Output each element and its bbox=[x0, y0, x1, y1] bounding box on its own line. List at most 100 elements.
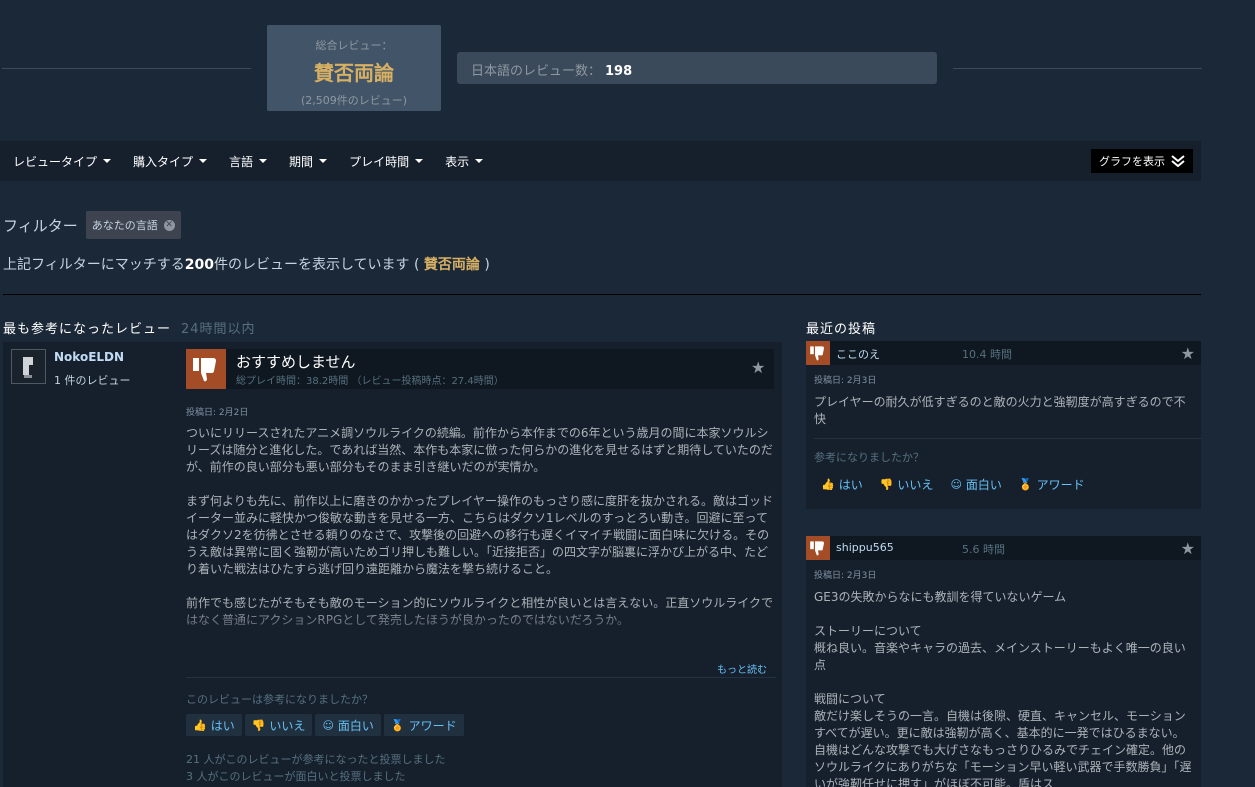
left-section-header: 最も参考になったレビュー 24時間以内 bbox=[3, 318, 256, 337]
recent-vote-buttons: 👍 はい 👎 いいえ ☺ 面白い 🏅 アワード bbox=[814, 473, 1201, 495]
recent-post-hours: 10.4 時間 bbox=[962, 348, 1012, 361]
helpful-count: 21 人がこのレビューが参考になったと投票しました bbox=[186, 753, 446, 766]
filter-dropdown-label: 購入タイプ bbox=[133, 154, 194, 169]
filter-bar: レビュータイプ 購入タイプ 言語 期間 プレイ時間 表示 グラフを表示 bbox=[0, 141, 1201, 181]
overall-rating[interactable]: 賛否両論 bbox=[267, 57, 441, 86]
chevron-down-icon bbox=[319, 159, 328, 163]
vote-no-label: いいえ bbox=[897, 477, 934, 492]
filter-label: フィルター bbox=[3, 216, 78, 235]
recent-post-blank bbox=[814, 674, 1193, 691]
filter-dropdown-purchase-type[interactable]: 購入タイプ bbox=[133, 153, 208, 170]
vote-funny-button[interactable]: ☺ 面白い bbox=[943, 473, 1008, 495]
award-button[interactable]: 🏅 アワード bbox=[1012, 473, 1092, 495]
recent-post-body: プレイヤーの耐久が低すぎるのと敵の火力と強靭度が高すぎるので不快 bbox=[814, 395, 1186, 426]
review-paragraph: ついにリリースされたアニメ調ソウルライクの続編。前作から本作までの6年という歳月… bbox=[186, 426, 773, 474]
vote-no-button[interactable]: 👎 いいえ bbox=[873, 473, 941, 495]
review-paragraph: まず何よりも先に、前作以上に磨きのかかったプレイヤー操作のもっさり感に度肝を抜か… bbox=[186, 494, 774, 576]
vote-funny-button[interactable]: ☺ 面白い bbox=[315, 714, 381, 736]
read-more-link[interactable]: もっと読む bbox=[717, 661, 767, 676]
chevron-down-icon bbox=[199, 159, 208, 163]
filter-chip-label: あなたの言語 bbox=[91, 219, 158, 232]
filter-dropdown-review-type[interactable]: レビュータイプ bbox=[13, 153, 112, 170]
vote-yes-button[interactable]: 👍 はい bbox=[814, 473, 870, 495]
review-author-count[interactable]: 1 件のレビュー bbox=[54, 372, 131, 388]
summary-rating: 賛否両論 bbox=[423, 257, 480, 273]
award-label: アワード bbox=[1036, 477, 1085, 492]
filter-dropdown-language[interactable]: 言語 bbox=[229, 153, 268, 170]
recent-post-hours: 5.6 時間 bbox=[962, 543, 1005, 556]
filter-summary: 上記フィルターにマッチする200件のレビューを表示しています ( 賛否両論 ) bbox=[3, 254, 490, 274]
smiley-icon: ☺ bbox=[322, 718, 334, 732]
vote-funny-label: 面白い bbox=[965, 477, 1002, 492]
award-label: アワード bbox=[408, 718, 457, 733]
filter-dropdown-label: 言語 bbox=[229, 154, 254, 169]
filter-dropdown-playtime[interactable]: プレイ時間 bbox=[349, 153, 424, 170]
review-posted-date: 投稿日: 2月2日 bbox=[186, 408, 249, 418]
remove-filter-icon[interactable]: ✕ bbox=[163, 219, 175, 231]
star-icon[interactable]: ★ bbox=[1181, 539, 1195, 558]
recent-post-card: shippu565 5.6 時間 ★ 投稿日: 2月3日 GE3の失敗からなにも… bbox=[806, 536, 1201, 787]
recent-post-date: 投稿日: 2月3日 bbox=[814, 571, 877, 581]
vote-yes-label: はい bbox=[838, 477, 863, 492]
helpful-question: このレビューは参考になりましたか？ bbox=[186, 693, 373, 706]
show-graph-label: グラフを表示 bbox=[1099, 155, 1165, 168]
recent-post-line: GE3の失敗からなにも教訓を得ていないゲーム bbox=[814, 590, 1067, 604]
recent-post-blank bbox=[814, 606, 1193, 623]
thumb-down-box bbox=[806, 536, 830, 560]
thumbs-down-icon: 👎 bbox=[879, 477, 894, 491]
award-button[interactable]: 🏅 アワード bbox=[383, 714, 464, 736]
recent-helpful-question: 参考になりましたか？ bbox=[814, 451, 924, 464]
recent-post-line: ストーリーについて bbox=[814, 624, 922, 638]
avatar[interactable] bbox=[11, 349, 46, 384]
award-icon: 🏅 bbox=[390, 718, 405, 732]
recent-post-line: 戦闘について bbox=[814, 692, 886, 706]
recent-post-author[interactable]: ここのえ bbox=[836, 346, 880, 362]
filter-dropdown-period[interactable]: 期間 bbox=[289, 153, 328, 170]
recent-post-body: GE3の失敗からなにも教訓を得ていないゲーム ストーリーについて 概ね良い。音楽… bbox=[814, 589, 1193, 787]
recent-post-card: ここのえ 10.4 時間 ★ 投稿日: 2月3日 プレイヤーの耐久が低すぎるのと… bbox=[806, 341, 1202, 509]
star-icon[interactable]: ★ bbox=[751, 358, 765, 377]
summary-count: 200 bbox=[184, 257, 214, 273]
vote-yes-label: はい bbox=[210, 718, 235, 733]
language-review-label: 日本語のレビュー数： bbox=[471, 64, 602, 79]
recent-post-date: 投稿日: 2月3日 bbox=[814, 376, 877, 386]
thumb-down-box bbox=[806, 341, 830, 365]
chevron-down-icon bbox=[475, 159, 484, 163]
filter-dropdown-label: 期間 bbox=[289, 154, 314, 169]
review-verdict[interactable]: おすすめしません bbox=[236, 351, 356, 372]
overall-label: 総合レビュー： bbox=[315, 39, 393, 52]
vote-yes-button[interactable]: 👍 はい bbox=[186, 714, 242, 736]
filter-dropdown-label: プレイ時間 bbox=[349, 154, 410, 169]
vote-funny-label: 面白い bbox=[337, 718, 374, 733]
review-fade bbox=[180, 605, 778, 645]
filter-dropdown-display[interactable]: 表示 bbox=[445, 153, 484, 170]
filter-dropdown-label: 表示 bbox=[445, 154, 470, 169]
filter-chip-your-language[interactable]: あなたの言語 ✕ bbox=[85, 211, 181, 239]
vote-no-button[interactable]: 👎 いいえ bbox=[244, 714, 313, 736]
award-icon: 🏅 bbox=[1018, 477, 1033, 491]
double-chevron-down-icon bbox=[1171, 155, 1185, 167]
recent-post-header: shippu565 5.6 時間 ★ bbox=[806, 536, 1201, 560]
recent-posts-title: 最近の投稿 bbox=[806, 322, 877, 337]
star-icon[interactable]: ★ bbox=[1181, 344, 1195, 363]
thumbs-down-icon: 👎 bbox=[251, 718, 266, 732]
show-graph-button[interactable]: グラフを表示 bbox=[1091, 149, 1193, 173]
overall-review-box: 総合レビュー： 賛否両論 (2,509件のレビュー) bbox=[267, 25, 441, 111]
chevron-down-icon bbox=[415, 159, 424, 163]
chevron-down-icon bbox=[103, 159, 112, 163]
thumbs-up-icon: 👍 bbox=[193, 718, 207, 732]
active-filters: フィルター あなたの言語 ✕ bbox=[3, 211, 181, 239]
smiley-icon: ☺ bbox=[950, 477, 962, 491]
chevron-down-icon bbox=[259, 159, 268, 163]
recent-post-line: 敵だけ楽しそうの一言。自機は後隙、硬直、キャンセル、モーションすべてが遅い。更に… bbox=[814, 709, 1192, 787]
vote-no-label: いいえ bbox=[269, 718, 306, 733]
thumbs-down-icon bbox=[193, 358, 216, 382]
recent-post-author[interactable]: shippu565 bbox=[836, 541, 894, 554]
helpful-divider bbox=[186, 677, 776, 678]
thumbs-down-icon bbox=[810, 346, 824, 361]
recent-post-line: 概ね良い。音楽やキャラの過去、メインストーリーもよく唯一の良い点 bbox=[814, 641, 1186, 672]
summary-line-right bbox=[953, 68, 1202, 69]
thumb-down-box bbox=[186, 349, 226, 389]
avatar-icon bbox=[12, 350, 45, 383]
review-author-name[interactable]: NokoELDN bbox=[54, 350, 124, 364]
